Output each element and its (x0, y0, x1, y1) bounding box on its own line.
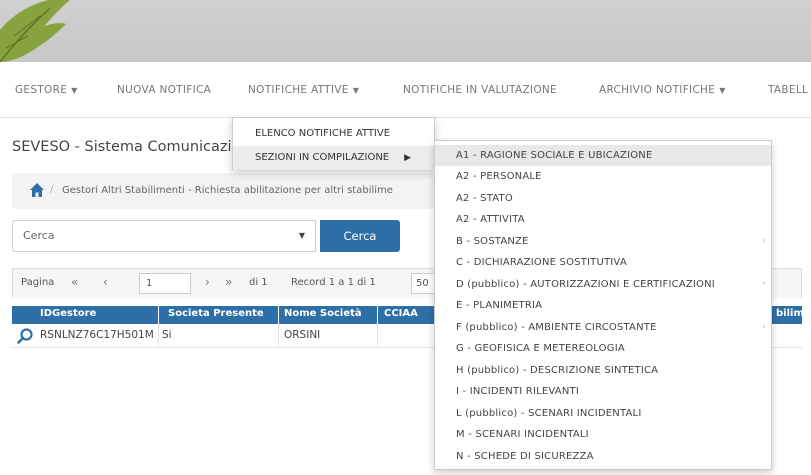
page-title: SEVESO - Sistema Comunicazi (12, 139, 232, 155)
menu-item-elenco-notifiche-attive[interactable]: ELENCO NOTIFICHE ATTIVE (233, 122, 434, 146)
pager-label: Pagina (21, 277, 55, 288)
col-nome-societa[interactable]: Nome Società (284, 308, 362, 319)
menu-item-a1[interactable]: A1 - RAGIONE SOCIALE E UBICAZIONE (435, 145, 771, 166)
chevron-down-icon[interactable]: ▼ (299, 221, 305, 251)
chevron-down-icon: ▼ (71, 86, 78, 95)
menu-item-h[interactable]: H (pubblico) - DESCRIZIONE SINTETICA (435, 360, 771, 381)
header-banner (0, 0, 811, 62)
chevron-down-icon: ▼ (352, 86, 360, 95)
menu-item-g[interactable]: G - GEOFISICA E METEREOLOGIA (435, 338, 771, 359)
leaf-logo-icon (0, 0, 70, 62)
home-icon[interactable] (29, 182, 45, 198)
sezioni-submenu: A1 - RAGIONE SOCIALE E UBICAZIONE A2 - P… (434, 140, 772, 470)
menu-item-c[interactable]: C - DICHIARAZIONE SOSTITUTIVA (435, 252, 771, 273)
menu-item-b-sostanze[interactable]: B - SOSTANZE › (435, 231, 771, 252)
menu-item-m[interactable]: M - SCENARI INCIDENTALI (435, 424, 771, 445)
notifiche-attive-dropdown: ELENCO NOTIFICHE ATTIVE SEZIONI IN COMPI… (232, 117, 435, 170)
nav-notifiche-in-valutazione[interactable]: NOTIFICHE IN VALUTAZIONE (403, 84, 557, 96)
last-page-button[interactable]: » (225, 275, 232, 289)
col-cciaa[interactable]: CCIAA (384, 308, 418, 319)
search-button[interactable]: Cerca (320, 220, 400, 252)
chevron-right-icon: › (762, 236, 766, 246)
nav-archivio-notifiche[interactable]: ARCHIVIO NOTIFICHE ▼ (599, 84, 726, 96)
app-window: GESTORE ▼ NUOVA NOTIFICA NOTIFICHE ATTIVE… (0, 0, 811, 475)
chevron-right-icon: › (762, 279, 766, 289)
search-placeholder: Cerca (23, 229, 55, 242)
menu-item-f[interactable]: F (pubblico) - AMBIENTE CIRCOSTANTE › (435, 317, 771, 338)
cell-societa-presente: Si (162, 329, 172, 341)
page-count: di 1 (249, 277, 268, 288)
chevron-right-icon: › (762, 322, 766, 332)
record-count: Record 1 a 1 di 1 (291, 277, 376, 288)
caret-right-icon: ▶ (404, 153, 411, 163)
menu-item-e[interactable]: E - PLANIMETRIA (435, 295, 771, 316)
search-input[interactable]: Cerca ▼ (12, 220, 316, 252)
breadcrumb-separator: / (50, 184, 54, 195)
menu-item-a2-stato[interactable]: A2 - STATO (435, 188, 771, 209)
menu-item-sezioni-in-compilazione[interactable]: SEZIONI IN COMPILAZIONE ▶ (233, 146, 434, 170)
menu-item-l[interactable]: L (pubblico) - SCENARI INCIDENTALI (435, 403, 771, 424)
first-page-button[interactable]: « (71, 275, 78, 289)
breadcrumb-current[interactable]: Gestori Altri Stabilimenti - Richiesta a… (62, 185, 393, 196)
col-idgestore[interactable]: IDGestore (40, 308, 96, 319)
nav-nuova-notifica[interactable]: NUOVA NOTIFICA (117, 84, 211, 96)
menu-item-d[interactable]: D (pubblico) - AUTORIZZAZIONI E CERTIFIC… (435, 274, 771, 295)
cell-nome-societa: ORSINI (284, 329, 321, 341)
nav-gestore[interactable]: GESTORE ▼ (15, 84, 78, 96)
next-page-button[interactable]: › (205, 275, 210, 289)
prev-page-button[interactable]: ‹ (103, 275, 108, 289)
search-icon[interactable] (17, 328, 33, 344)
col-societa-presente[interactable]: Societa Presente (168, 308, 264, 319)
menu-item-a2-personale[interactable]: A2 - PERSONALE (435, 166, 771, 187)
chevron-down-icon: ▼ (719, 86, 726, 95)
nav-tabelle[interactable]: TABELL (768, 84, 808, 96)
page-number-input[interactable]: 1 (139, 273, 191, 294)
breadcrumb: / Gestori Altri Stabilimenti - Richiesta… (12, 173, 452, 209)
top-nav: GESTORE ▼ NUOVA NOTIFICA NOTIFICHE ATTIVE… (0, 62, 811, 118)
cell-idgestore: RSNLNZ76C17H501M (40, 329, 154, 341)
menu-item-a2-attivita[interactable]: A2 - ATTIVITA (435, 209, 771, 230)
nav-notifiche-attive[interactable]: NOTIFICHE ATTIVE ▼ (248, 84, 359, 96)
menu-item-i[interactable]: I - INCIDENTI RILEVANTI (435, 381, 771, 402)
menu-item-n[interactable]: N - SCHEDE DI SICUREZZA (435, 446, 771, 467)
col-stabilimenti[interactable]: bilimen (776, 308, 811, 319)
